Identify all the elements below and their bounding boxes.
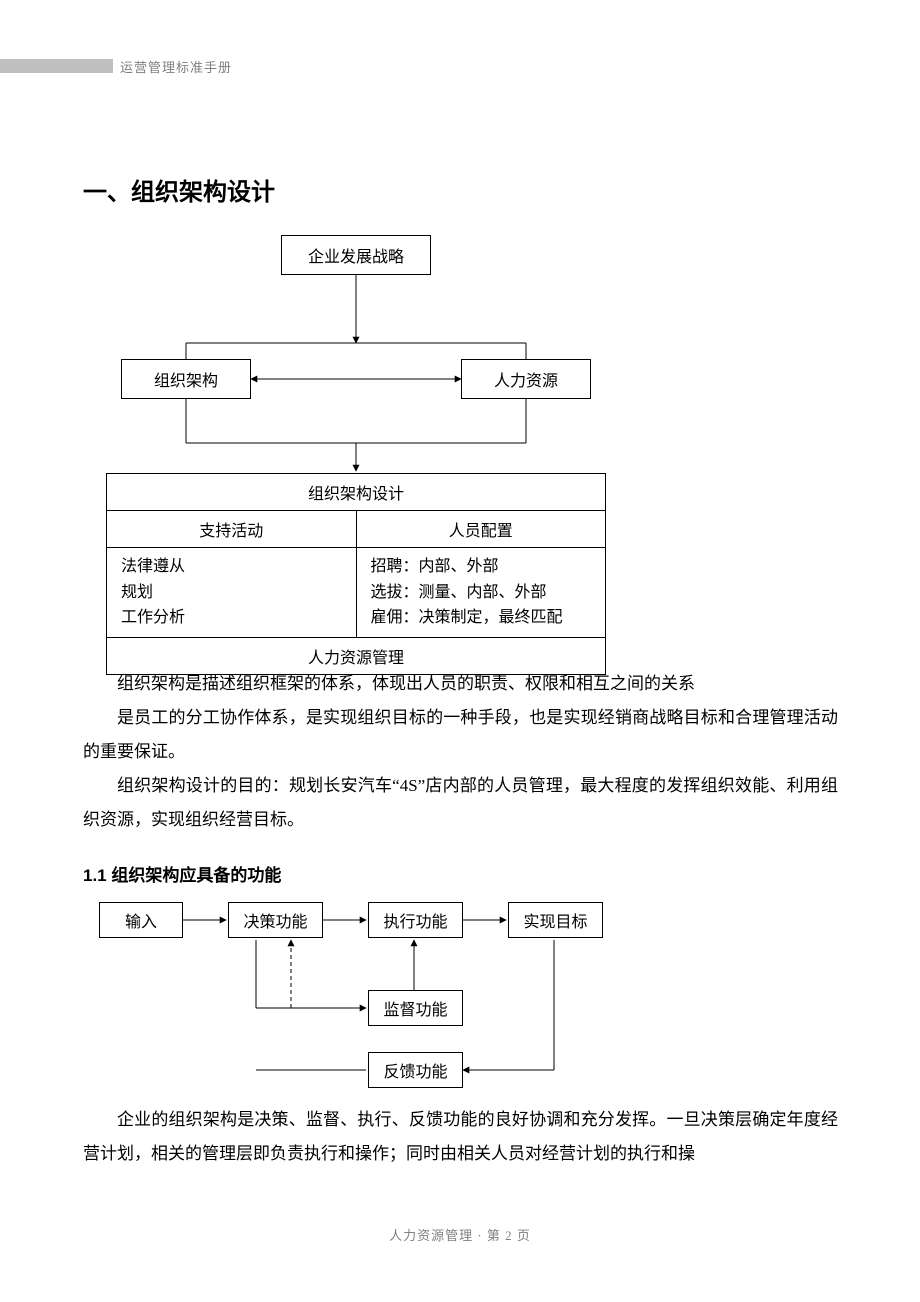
- page-footer: 人力资源管理 · 第 2 页: [0, 1225, 920, 1244]
- box-enterprise-strategy: 企业发展战略: [281, 235, 431, 275]
- box-input: 输入: [99, 902, 183, 938]
- col1-body: 法律遵从 规划 工作分析: [107, 548, 357, 638]
- paragraph-2: 是员工的分工协作体系，是实现组织目标的一种手段，也是实现经销商战略目标和合理管理…: [83, 701, 838, 769]
- header-decor-bar: [0, 59, 113, 73]
- box-monitor: 监督功能: [368, 990, 463, 1026]
- col2-body: 招聘：内部、外部 选拔：测量、内部、外部 雇佣：决策制定，最终匹配: [356, 548, 606, 638]
- box-human-resource: 人力资源: [461, 359, 591, 399]
- function-flow-diagram: 输入 决策功能 执行功能 实现目标 监督功能 反馈功能: [91, 898, 631, 1093]
- org-design-diagram: 企业发展战略 组织架构 人力资源 组织架构设计 支持活动 人员配置 法律遵从 规…: [91, 235, 621, 647]
- table-title-cell: 组织架构设计: [107, 474, 606, 511]
- table-footer-cell: 人力资源管理: [107, 637, 606, 674]
- paragraph-3: 组织架构设计的目的：规划长安汽车“4S”店内部的人员管理，最大程度的发挥组织效能…: [83, 769, 838, 837]
- box-org-structure: 组织架构: [121, 359, 251, 399]
- box-feedback: 反馈功能: [368, 1052, 463, 1088]
- box-decision: 决策功能: [228, 902, 323, 938]
- box-goal: 实现目标: [508, 902, 603, 938]
- page-content: 一、组织架构设计 企: [83, 172, 838, 1171]
- running-header: 运营管理标准手册: [120, 57, 232, 76]
- section-heading-1: 一、组织架构设计: [83, 172, 838, 207]
- section-heading-1-1: 1.1 组织架构应具备的功能: [83, 861, 838, 886]
- col1-header: 支持活动: [107, 511, 357, 548]
- org-design-table: 组织架构设计 支持活动 人员配置 法律遵从 规划 工作分析 招聘：内部、外部 选…: [106, 473, 606, 675]
- paragraph-4: 企业的组织架构是决策、监督、执行、反馈功能的良好协调和充分发挥。一旦决策层确定年…: [83, 1103, 838, 1171]
- col2-header: 人员配置: [356, 511, 606, 548]
- box-execute: 执行功能: [368, 902, 463, 938]
